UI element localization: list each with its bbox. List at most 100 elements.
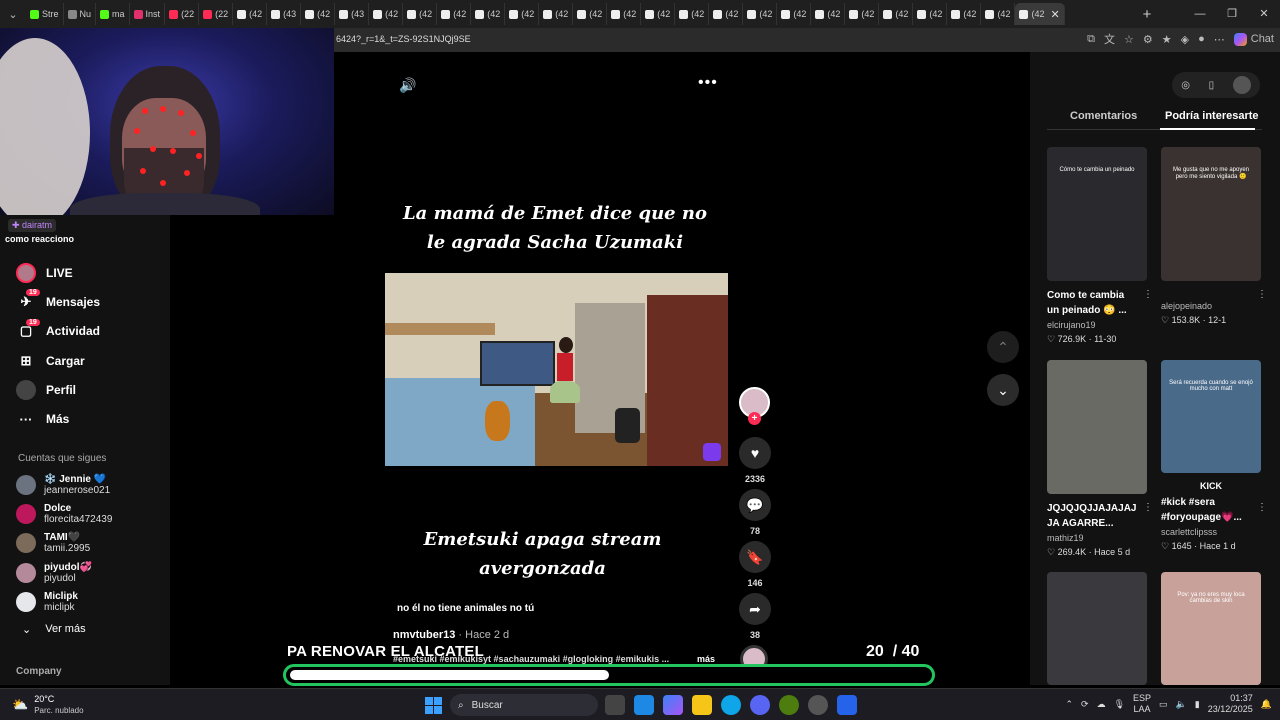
obs-icon[interactable]	[808, 695, 828, 715]
following-account[interactable]: TAMI🖤 tamii.2995	[16, 529, 112, 558]
following-account[interactable]: Dolce florecita472439	[16, 499, 112, 528]
translate-icon[interactable]: 文	[1104, 31, 1115, 47]
browser-tab[interactable]: (42	[607, 3, 642, 25]
browser-tab[interactable]: Stre	[26, 3, 64, 25]
browser-tab[interactable]: (22	[199, 3, 234, 25]
sidebar-item-mensajes[interactable]: ✈ 19 Mensajes	[16, 287, 100, 316]
phone-icon[interactable]: ▯	[1209, 80, 1215, 91]
like-button[interactable]: ♥	[739, 437, 771, 469]
following-account[interactable]: Miclipk miclipk	[16, 587, 112, 616]
comment-button[interactable]: 💬	[739, 489, 771, 521]
browser-tab[interactable]: (42	[403, 3, 438, 25]
sync-icon[interactable]: ⟳	[1081, 699, 1089, 710]
edge-icon[interactable]	[721, 695, 741, 715]
sidebar-item-actividad[interactable]: ▢ 19 Actividad	[16, 317, 100, 346]
extensions-icon[interactable]: ⚙	[1143, 33, 1153, 46]
open-app-icon[interactable]: ⧉	[1087, 33, 1095, 46]
share-button[interactable]: ➦	[739, 593, 771, 625]
suggested-video-card[interactable]: Pov: ya no eres muy loca cambias de skin	[1161, 572, 1261, 685]
maximize-icon[interactable]: ❐	[1216, 0, 1248, 28]
monitor-icon[interactable]: ▭	[1159, 699, 1168, 710]
menu-dots-icon[interactable]: ⋯	[1214, 33, 1225, 46]
browser-tab[interactable]: Nu	[64, 3, 97, 25]
copilot-app-icon[interactable]	[663, 695, 683, 715]
browser-tab[interactable]: (42 ✕	[1015, 3, 1065, 25]
task-view-icon[interactable]	[605, 695, 625, 715]
minimize-icon[interactable]: —	[1184, 0, 1216, 28]
browser-tab[interactable]: (42	[539, 3, 574, 25]
save-button[interactable]: 🔖	[739, 541, 771, 573]
mic-icon[interactable]: 🎙	[1114, 699, 1125, 710]
user-avatar[interactable]	[1232, 76, 1251, 94]
browser-tab[interactable]: Inst	[130, 3, 166, 25]
follow-plus-icon[interactable]: +	[748, 412, 761, 425]
browser-tab[interactable]: (42	[641, 3, 676, 25]
sidebar-item-perfil[interactable]: Perfil	[16, 375, 100, 404]
browser-tab[interactable]: (42	[505, 3, 540, 25]
store-icon[interactable]	[634, 695, 654, 715]
browser-tab[interactable]: (42	[879, 3, 914, 25]
browser-tab[interactable]: (42	[573, 3, 608, 25]
following-account[interactable]: piyudol💞 piyudol	[16, 558, 112, 587]
browser-tab[interactable]: (42	[471, 3, 506, 25]
suggested-video-card[interactable]	[1047, 572, 1147, 685]
copilot-chat-button[interactable]: Chat	[1233, 32, 1274, 46]
sidebar-item-live[interactable]: LIVE	[16, 258, 100, 287]
browser-tab[interactable]: (42	[301, 3, 336, 25]
volume-tray-icon[interactable]: 🔈	[1176, 699, 1187, 710]
browser-tab[interactable]: (42	[845, 3, 880, 25]
favorite-star-icon[interactable]: ☆	[1124, 33, 1134, 46]
browser-tab[interactable]: (42	[811, 3, 846, 25]
more-description-link[interactable]: más	[697, 654, 715, 664]
next-video-button[interactable]: ⌄	[987, 374, 1019, 406]
tab-suggested[interactable]: Podría interesarte	[1165, 110, 1259, 122]
battery-icon[interactable]: ▮	[1195, 699, 1200, 710]
company-link[interactable]: Company	[16, 666, 62, 677]
close-window-icon[interactable]: ✕	[1248, 0, 1280, 28]
browser-tab[interactable]: (42	[369, 3, 404, 25]
browser-tab[interactable]: (42	[981, 3, 1016, 25]
card-options-icon[interactable]: ⋮	[1257, 502, 1267, 513]
following-account[interactable]: ❄️ Jennie 💙 jeannerose021	[16, 470, 112, 499]
browser-tab[interactable]: (42	[777, 3, 812, 25]
browser-tab[interactable]: (42	[675, 3, 710, 25]
suggested-video-card[interactable]: JQJQJQJJAJAJAJ JA AGARRE... mathiz19 ♡ 269…	[1047, 360, 1153, 559]
windows-start-icon[interactable]	[425, 697, 442, 714]
browser-tab[interactable]: (42	[437, 3, 472, 25]
app-icon-green[interactable]	[779, 695, 799, 715]
clock[interactable]: 01:37 23/12/2025	[1208, 693, 1253, 715]
cloud-icon[interactable]: ☁	[1097, 699, 1106, 710]
favorites-icon[interactable]: ★	[1162, 33, 1172, 46]
browser-tab[interactable]: (43	[267, 3, 302, 25]
browser-tab[interactable]: (22	[165, 3, 200, 25]
profile-icon[interactable]: ●	[1198, 33, 1205, 45]
browser-tab[interactable]: (42	[947, 3, 982, 25]
discord-icon[interactable]	[750, 695, 770, 715]
more-options-icon[interactable]: •••	[698, 74, 718, 92]
tab-actions-icon[interactable]: ⌄	[0, 0, 26, 28]
card-options-icon[interactable]: ⋮	[1143, 502, 1153, 513]
file-explorer-icon[interactable]	[692, 695, 712, 715]
see-more-button[interactable]: ⌄ Ver más	[22, 623, 86, 636]
suggested-video-card[interactable]: Me gusta que no me apoyen pero me siento…	[1161, 147, 1267, 327]
browser-tab[interactable]: (42	[913, 3, 948, 25]
compass-icon[interactable]: ◎	[1181, 80, 1190, 91]
sidebar-item-cargar[interactable]: ⊞ Cargar	[16, 346, 100, 375]
suggested-video-card[interactable]: Cómo te cambia un peinado Como te cambia …	[1047, 147, 1153, 346]
browser-tab[interactable]: (42	[709, 3, 744, 25]
card-options-icon[interactable]: ⋮	[1257, 289, 1267, 300]
previous-video-button[interactable]: ⌃	[987, 331, 1019, 363]
url-field[interactable]: 6424?_r=1&_t=ZS-92S1NJQj9SE	[336, 34, 471, 44]
new-tab-button[interactable]: +	[1136, 6, 1158, 23]
language-indicator[interactable]: ESP LAA	[1133, 693, 1151, 715]
taskbar-search[interactable]: ⌕ Buscar	[450, 694, 598, 716]
tab-comments[interactable]: Comentarios	[1070, 110, 1137, 122]
shield-icon[interactable]: ◈	[1181, 33, 1189, 46]
browser-tab[interactable]: (42	[233, 3, 268, 25]
chevron-up-icon[interactable]: ⌃	[1066, 699, 1074, 710]
sidebar-item-más[interactable]: ··· Más	[16, 404, 100, 433]
browser-tab[interactable]: (43	[335, 3, 370, 25]
photos-icon[interactable]	[837, 695, 857, 715]
notification-icon[interactable]: 🔔	[1261, 699, 1272, 710]
video-author[interactable]: nmvtuber13 · Hace 2 d	[393, 629, 509, 641]
